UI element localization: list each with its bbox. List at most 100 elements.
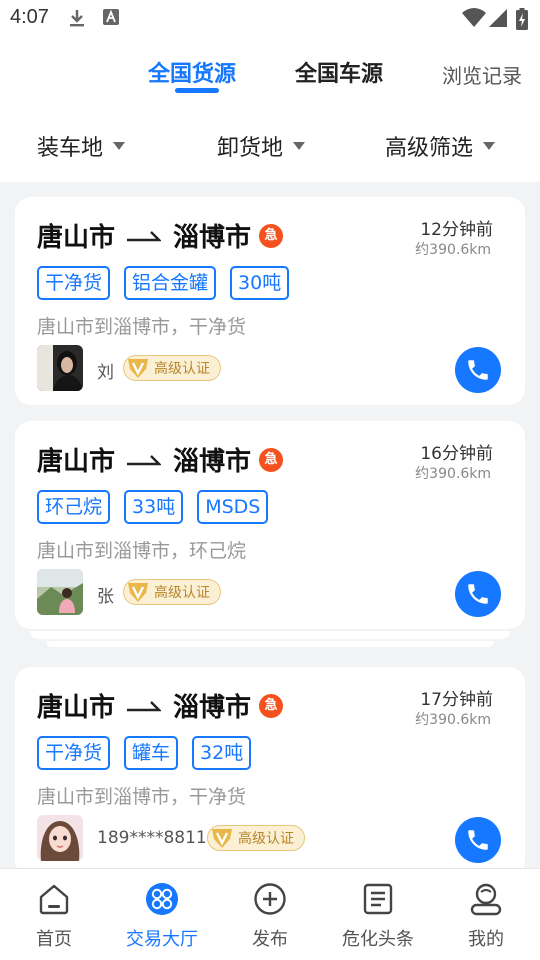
profile-icon — [432, 881, 540, 917]
cargo-card[interactable]: 唐山市 淄博市 急 12分钟前 约390.6km 干净货 铝合金罐 30吨 唐山… — [15, 197, 525, 405]
cargo-tag: 33吨 — [124, 490, 184, 524]
distance: 约390.6km — [415, 712, 491, 728]
avatar[interactable] — [37, 345, 83, 391]
cargo-description: 唐山市到淄博市，干净货 — [37, 786, 247, 808]
avatar[interactable] — [37, 569, 83, 615]
verified-badge: 高级认证 — [123, 355, 221, 381]
news-icon — [324, 881, 432, 917]
caret-down-icon — [483, 142, 496, 150]
filter-label: 卸货地 — [217, 136, 284, 161]
filter-label: 装车地 — [37, 136, 104, 161]
badge-label: 高级认证 — [154, 585, 210, 601]
hall-icon — [108, 881, 216, 917]
user-name: 刘 — [97, 363, 114, 383]
cargo-card[interactable]: 唐山市 淄博市 急 16分钟前 约390.6km 环己烷 33吨 MSDS 唐山… — [15, 421, 525, 629]
nav-label: 我的 — [468, 929, 504, 950]
call-button[interactable] — [455, 347, 501, 393]
cargo-tag: 罐车 — [124, 736, 179, 770]
urgent-badge: 急 — [259, 693, 284, 718]
bottom-nav: 首页 交易大厅 发布 危化头条 我的 — [0, 868, 540, 960]
filter-unloading-place[interactable]: 卸货地 — [217, 130, 306, 162]
cargo-tag: 干净货 — [37, 266, 111, 300]
route: 唐山市 淄博市 急 — [37, 687, 284, 724]
battery-icon — [516, 8, 528, 34]
filter-label: 高级筛选 — [385, 136, 474, 161]
call-button[interactable] — [455, 817, 501, 863]
origin-city: 唐山市 — [37, 693, 116, 723]
nav-label: 交易大厅 — [126, 929, 198, 950]
caret-down-icon — [293, 142, 306, 150]
destination-city: 淄博市 — [173, 693, 252, 723]
filter-loading-place[interactable]: 装车地 — [37, 130, 126, 162]
v-shield-icon — [128, 583, 148, 602]
post-time: 12分钟前 — [420, 220, 493, 240]
nav-profile[interactable]: 我的 — [432, 881, 540, 951]
phone-icon — [468, 830, 488, 850]
cargo-tag: MSDS — [197, 490, 269, 524]
cargo-description: 唐山市到淄博市，环己烷 — [37, 540, 247, 562]
cargo-tags: 干净货 铝合金罐 30吨 — [37, 266, 303, 300]
cargo-card[interactable]: 唐山市 淄博市 急 17分钟前 约390.6km 干净货 罐车 32吨 唐山市到… — [15, 667, 525, 868]
cargo-tags: 环己烷 33吨 MSDS — [37, 490, 282, 524]
status-bar: 4:07 — [0, 0, 540, 36]
v-shield-icon — [128, 359, 148, 378]
top-tab-bar: 全国货源 全国车源 浏览记录 — [0, 36, 540, 100]
cargo-list[interactable]: 唐山市 淄博市 急 12分钟前 约390.6km 干净货 铝合金罐 30吨 唐山… — [0, 182, 540, 868]
user-name: 张 — [97, 587, 114, 607]
cargo-tags: 干净货 罐车 32吨 — [37, 736, 265, 770]
download-icon — [68, 8, 86, 32]
phone-icon — [468, 360, 488, 380]
phone-icon — [468, 584, 488, 604]
tab-national-cargo[interactable]: 全国货源 — [148, 56, 236, 88]
nav-publish[interactable]: 发布 — [216, 881, 324, 951]
verified-badge: 高级认证 — [123, 579, 221, 605]
signal-icon — [489, 8, 507, 32]
badge-label: 高级认证 — [154, 361, 210, 377]
cargo-tag: 干净货 — [37, 736, 111, 770]
verified-badge: 高级认证 — [207, 825, 305, 851]
card-stack-edge — [30, 631, 510, 639]
urgent-badge: 急 — [259, 223, 284, 248]
cargo-description: 唐山市到淄博市，干净货 — [37, 316, 247, 338]
distance: 约390.6km — [415, 466, 491, 482]
plus-circle-icon — [216, 881, 324, 917]
post-time: 17分钟前 — [420, 690, 493, 710]
card-stack-edge — [46, 641, 494, 647]
nav-label: 危化头条 — [342, 929, 414, 950]
route-arrow-icon — [127, 453, 162, 467]
active-tab-indicator — [175, 88, 219, 93]
v-shield-icon — [212, 829, 232, 848]
nav-label: 首页 — [36, 929, 72, 950]
call-button[interactable] — [455, 571, 501, 617]
destination-city: 淄博市 — [173, 447, 252, 477]
route-arrow-icon — [127, 229, 162, 243]
route-arrow-icon — [127, 699, 162, 713]
wifi-icon — [462, 8, 486, 32]
cargo-tag: 环己烷 — [37, 490, 111, 524]
filter-advanced[interactable]: 高级筛选 — [385, 130, 496, 162]
destination-city: 淄博市 — [173, 223, 252, 253]
nav-hazchem-news[interactable]: 危化头条 — [324, 881, 432, 951]
badge-label: 高级认证 — [238, 831, 294, 847]
browse-history-link[interactable]: 浏览记录 — [442, 60, 522, 89]
route: 唐山市 淄博市 急 — [37, 217, 284, 254]
status-time: 4:07 — [10, 6, 49, 28]
nav-trading-hall[interactable]: 交易大厅 — [108, 881, 216, 951]
origin-city: 唐山市 — [37, 223, 116, 253]
route: 唐山市 淄博市 急 — [37, 441, 284, 478]
nav-home[interactable]: 首页 — [0, 881, 108, 951]
post-time: 16分钟前 — [420, 444, 493, 464]
filter-bar: 装车地 卸货地 高级筛选 — [0, 100, 540, 182]
cargo-tag: 30吨 — [230, 266, 290, 300]
origin-city: 唐山市 — [37, 447, 116, 477]
nav-label: 发布 — [252, 929, 288, 950]
urgent-badge: 急 — [259, 447, 284, 472]
avatar[interactable] — [37, 815, 83, 861]
user-name: 189****8811 — [97, 828, 207, 848]
distance: 约390.6km — [415, 242, 491, 258]
text-notification-icon — [102, 8, 120, 30]
cargo-tag: 32吨 — [192, 736, 252, 770]
caret-down-icon — [113, 142, 126, 150]
tab-national-vehicles[interactable]: 全国车源 — [295, 56, 383, 88]
cargo-tag: 铝合金罐 — [124, 266, 217, 300]
